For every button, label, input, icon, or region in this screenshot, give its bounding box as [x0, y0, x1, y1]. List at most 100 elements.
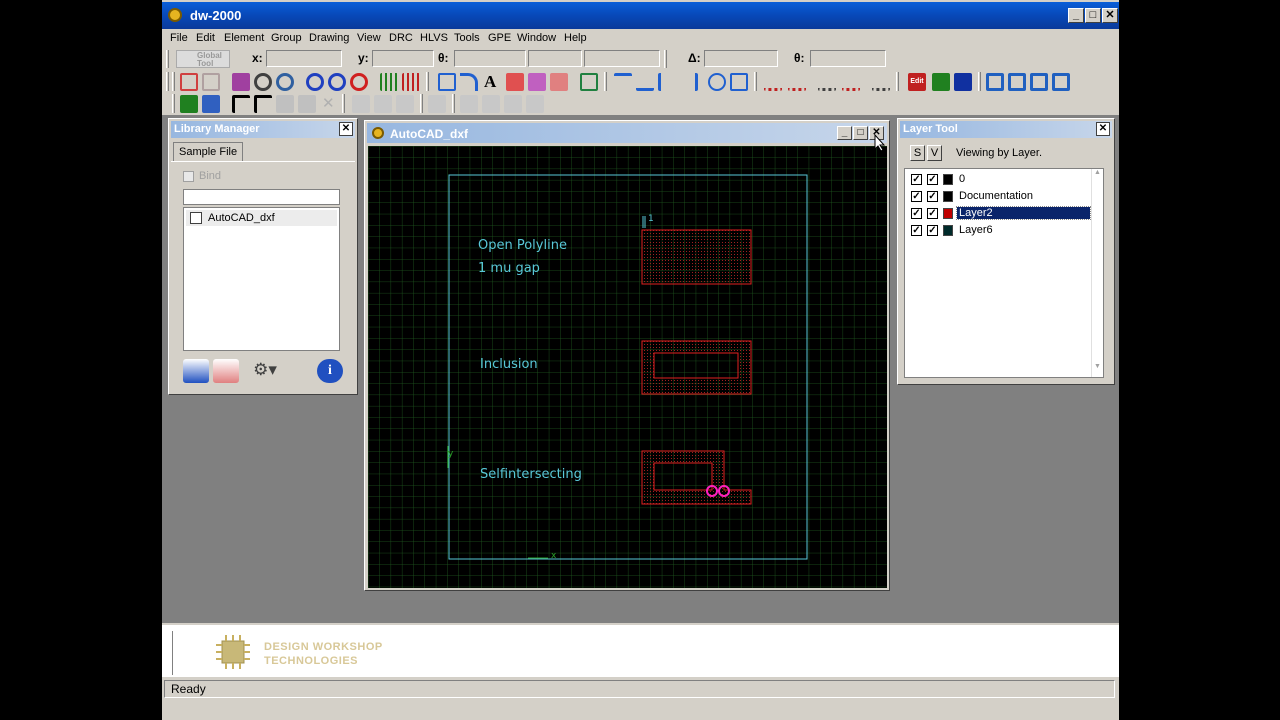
- visible-toggle-button[interactable]: V: [927, 145, 942, 161]
- layer-select-checkbox[interactable]: ✓: [911, 174, 922, 185]
- toolbar-grip[interactable]: [664, 50, 667, 68]
- autocad-dxf-title-bar[interactable]: AutoCAD_dxf _ □ ✕: [367, 123, 887, 143]
- doc-maximize-button[interactable]: □: [853, 126, 868, 140]
- select-all-icon[interactable]: [180, 95, 198, 113]
- library-manager-close-button[interactable]: ✕: [339, 122, 353, 136]
- tab-sample-file[interactable]: Sample File: [173, 142, 244, 161]
- select-green-icon[interactable]: [932, 73, 950, 91]
- aux-field-2[interactable]: [584, 50, 660, 67]
- delta-field[interactable]: [704, 50, 778, 67]
- ruler-icon[interactable]: [764, 73, 782, 91]
- pointer-icon[interactable]: [232, 95, 250, 113]
- info-icon[interactable]: i: [317, 359, 343, 383]
- new-library-icon[interactable]: [183, 359, 209, 383]
- array-icon[interactable]: [528, 73, 546, 91]
- minimize-button[interactable]: _: [1068, 8, 1084, 23]
- select-toggle-button[interactable]: S: [910, 145, 925, 161]
- menu-element[interactable]: Element: [224, 32, 264, 44]
- pointer-2-icon[interactable]: [254, 95, 272, 113]
- toolbar-grip[interactable]: [166, 72, 169, 91]
- layer-list-scrollbar[interactable]: ▲ ▼: [1091, 169, 1103, 377]
- layer-tool-title[interactable]: Layer Tool: [900, 121, 1112, 138]
- toolbar-grip[interactable]: [420, 94, 423, 113]
- scroll-down-icon[interactable]: ▼: [1092, 363, 1103, 377]
- maximize-button[interactable]: □: [1085, 8, 1101, 23]
- menu-help[interactable]: Help: [564, 32, 587, 44]
- layer-row-0[interactable]: ✓ ✓ 0: [909, 172, 1099, 188]
- app-title-bar[interactable]: dw-2000 _ □ ✕: [162, 2, 1119, 29]
- menu-view[interactable]: View: [357, 32, 381, 44]
- layer-select-checkbox[interactable]: ✓: [911, 225, 922, 236]
- instance-icon[interactable]: [506, 73, 524, 91]
- layout-canvas[interactable]: y x Open Polyline 1 mu gap Inclusion Sel…: [368, 146, 887, 588]
- menu-file[interactable]: File: [170, 32, 188, 44]
- layer-visible-checkbox[interactable]: ✓: [927, 208, 938, 219]
- zoom-window-icon[interactable]: [276, 73, 294, 91]
- toolbar-grip[interactable]: [166, 50, 169, 68]
- menu-window[interactable]: Window: [517, 32, 556, 44]
- delete-library-icon[interactable]: [213, 359, 239, 383]
- theta2-field[interactable]: [810, 50, 886, 67]
- menu-hlvs[interactable]: HLVS: [420, 32, 448, 44]
- cell-icon[interactable]: [550, 73, 568, 91]
- toolbar-grip[interactable]: [604, 72, 607, 91]
- layer-select-checkbox[interactable]: ✓: [911, 191, 922, 202]
- toolbar-grip[interactable]: [342, 94, 345, 113]
- dimension-delete-icon[interactable]: [842, 73, 860, 91]
- layer-tool-close-button[interactable]: ✕: [1096, 122, 1110, 136]
- settings-gear-icon[interactable]: ⚙▾: [245, 359, 285, 383]
- list-item[interactable]: AutoCAD_dxf: [186, 210, 337, 226]
- ruler-delete-icon[interactable]: [788, 73, 806, 91]
- menu-drc[interactable]: DRC: [389, 32, 413, 44]
- open-polyline-shape[interactable]: [641, 229, 752, 285]
- label-selfintersecting[interactable]: Selfintersecting: [480, 467, 582, 482]
- hierarchy-2-icon[interactable]: [202, 73, 220, 91]
- select-blue-icon[interactable]: [954, 73, 972, 91]
- library-filter-field[interactable]: [183, 189, 340, 205]
- hierarchy-icon[interactable]: [180, 73, 198, 91]
- zoom-out-icon[interactable]: [328, 73, 346, 91]
- doc-minimize-button[interactable]: _: [837, 126, 852, 140]
- global-tool-button[interactable]: Global Tool: [176, 50, 230, 68]
- zoom-icon[interactable]: [254, 73, 272, 91]
- layer-visible-checkbox[interactable]: ✓: [927, 174, 938, 185]
- layer-row-layer6[interactable]: ✓ ✓ Layer6: [909, 223, 1099, 239]
- dimension-icon[interactable]: [818, 73, 836, 91]
- fit-view-icon[interactable]: [232, 73, 250, 91]
- panel-grip[interactable]: [170, 631, 173, 675]
- library-manager-title[interactable]: Library Manager: [171, 121, 355, 138]
- label-gap[interactable]: 1 mu gap: [478, 261, 540, 276]
- refresh-icon[interactable]: [350, 73, 368, 91]
- y-coordinate-field[interactable]: [372, 50, 434, 67]
- grid-2-icon[interactable]: [402, 73, 420, 91]
- layer-visible-checkbox[interactable]: ✓: [927, 225, 938, 236]
- zoom-in-icon[interactable]: [306, 73, 324, 91]
- scroll-up-icon[interactable]: ▲: [1092, 169, 1103, 183]
- menu-edit[interactable]: Edit: [196, 32, 215, 44]
- toolbar-grip[interactable]: [754, 72, 757, 91]
- layer-visible-checkbox[interactable]: ✓: [927, 191, 938, 202]
- text-icon[interactable]: A: [484, 72, 496, 92]
- segment-2-icon[interactable]: [636, 73, 654, 91]
- theta-field[interactable]: [454, 50, 526, 67]
- close-button[interactable]: ✕: [1102, 8, 1118, 23]
- bind-checkbox[interactable]: [183, 171, 194, 182]
- layer-back-icon[interactable]: [1052, 73, 1070, 91]
- label-inclusion[interactable]: Inclusion: [480, 357, 538, 372]
- toolbar-grip[interactable]: [172, 72, 175, 91]
- list-item-checkbox[interactable]: [190, 212, 202, 224]
- layer-down-icon[interactable]: [1008, 73, 1026, 91]
- menu-gpe[interactable]: GPE: [488, 32, 511, 44]
- path-icon[interactable]: [460, 73, 478, 91]
- aux-field[interactable]: [528, 50, 582, 67]
- toolbar-grip[interactable]: [978, 72, 981, 91]
- grid-icon[interactable]: [380, 73, 398, 91]
- layer-front-icon[interactable]: [1030, 73, 1048, 91]
- layer-row-layer2[interactable]: ✓ ✓ Layer2: [909, 206, 1099, 222]
- vertex-2-icon[interactable]: [680, 73, 698, 91]
- layer-row-documentation[interactable]: ✓ ✓ Documentation: [909, 189, 1099, 205]
- label-open-polyline[interactable]: Open Polyline: [478, 238, 567, 253]
- measure-icon[interactable]: [580, 73, 598, 91]
- cut-icon[interactable]: [730, 73, 748, 91]
- polygon-icon[interactable]: [438, 73, 456, 91]
